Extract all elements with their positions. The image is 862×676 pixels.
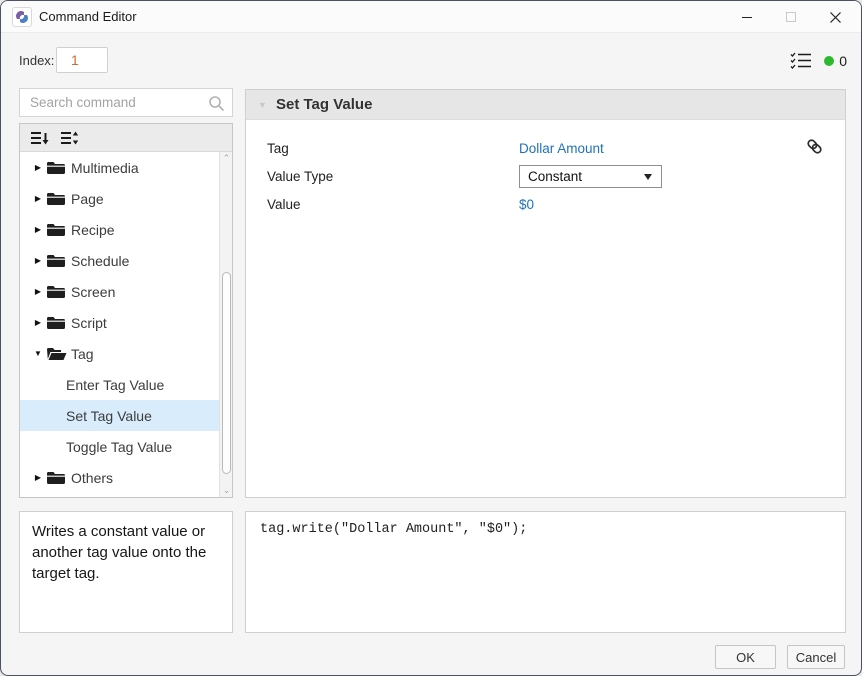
close-icon (830, 12, 841, 23)
expand-arrow-icon: ▶▼ (30, 349, 46, 358)
folder-icon (46, 346, 71, 361)
index-label: Index: (19, 53, 54, 68)
tree-item-label: Screen (71, 284, 115, 300)
expand-arrow-icon: ▶▼ (30, 473, 46, 482)
ok-button[interactable]: OK (715, 645, 776, 669)
tree-item-label: Others (71, 470, 113, 486)
status-count: 0 (839, 53, 847, 69)
scroll-down-icon[interactable]: ⌄ (220, 484, 232, 497)
expand-arrow-icon: ▶▼ (30, 163, 46, 172)
search-box (19, 88, 233, 117)
value-label: Value (246, 197, 519, 212)
expand-arrow-icon: ▶▼ (30, 194, 46, 203)
command-tree: ▶▼ Multimedia ▶▼ Page ▶▼ (20, 152, 232, 497)
folder-icon (46, 191, 71, 206)
command-tree-panel: ▶▼ Multimedia ▶▼ Page ▶▼ (19, 123, 233, 498)
tree-item[interactable]: ▶▼ Multimedia (20, 152, 232, 183)
folder-icon (46, 284, 71, 299)
tree-item-label: Tag (71, 346, 94, 362)
tree-item-label: Set Tag Value (66, 408, 152, 424)
expand-arrow-icon: ▶▼ (30, 287, 46, 296)
tree-item[interactable]: ▶▼ Others (20, 462, 232, 493)
tree-item[interactable]: ▶▼ Set Tag Value (20, 400, 232, 431)
minimize-icon (742, 17, 752, 18)
expand-arrow-icon: ▶▼ (30, 256, 46, 265)
tree-item-label: Recipe (71, 222, 115, 238)
tree-item[interactable]: ▶▼ Screen (20, 276, 232, 307)
expand-arrow-icon: ▶▼ (30, 225, 46, 234)
command-editor-window: Command Editor Index: 0 (0, 0, 862, 676)
maximize-icon (786, 12, 796, 22)
value-type-row: Value Type Constant (246, 162, 845, 190)
tag-value-link[interactable]: Dollar Amount (519, 141, 604, 156)
scroll-up-icon[interactable]: ⌃ (220, 152, 232, 165)
properties-panel: ▼ Set Tag Value Tag Dollar Amount Value … (245, 89, 846, 498)
code-preview[interactable]: tag.write("Dollar Amount", "$0"); (245, 511, 846, 633)
index-input[interactable] (56, 47, 108, 73)
tree-item-label: Schedule (71, 253, 129, 269)
command-description: Writes a constant value or another tag v… (19, 511, 233, 633)
cancel-button[interactable]: Cancel (787, 645, 845, 669)
properties-header[interactable]: ▼ Set Tag Value (246, 90, 845, 120)
chevron-down-icon (644, 174, 652, 180)
tree-toolbar (20, 124, 232, 152)
tree-item-label: Multimedia (71, 160, 139, 176)
tag-row: Tag Dollar Amount (246, 134, 845, 162)
folder-icon (46, 160, 71, 175)
tree-item-label: Page (71, 191, 104, 207)
tree-item[interactable]: ▶▼ Enter Tag Value (20, 369, 232, 400)
tree-item[interactable]: ▶▼ Recipe (20, 214, 232, 245)
status-ok-dot-icon (824, 56, 834, 66)
titlebar: Command Editor (1, 1, 861, 33)
tree-item-label: Toggle Tag Value (66, 439, 172, 455)
scrollbar-thumb[interactable] (222, 272, 231, 474)
tree-scrollbar[interactable]: ⌃ ⌄ (219, 152, 232, 497)
expand-arrow-icon: ▶▼ (30, 318, 46, 327)
tree-item-label: Enter Tag Value (66, 377, 164, 393)
window-title: Command Editor (39, 9, 137, 24)
tag-label: Tag (246, 141, 519, 156)
tree-item[interactable]: ▶▼ Script (20, 307, 232, 338)
folder-icon (46, 470, 71, 485)
expand-all-button[interactable] (58, 128, 80, 148)
folder-icon (46, 315, 71, 330)
minimize-button[interactable] (725, 1, 769, 33)
properties-body: Tag Dollar Amount Value Type Constant Va… (246, 120, 845, 218)
tree-item[interactable]: ▶▼ Tag (20, 338, 232, 369)
properties-title: Set Tag Value (276, 96, 372, 113)
tree-item[interactable]: ▶▼ Toggle Tag Value (20, 431, 232, 462)
expand-all-icon (60, 130, 79, 146)
checklist-icon[interactable] (790, 52, 812, 69)
close-button[interactable] (813, 1, 857, 33)
value-type-label: Value Type (246, 169, 519, 184)
value-type-dropdown[interactable]: Constant (519, 165, 662, 188)
value-value[interactable]: $0 (519, 197, 534, 212)
tree-item[interactable]: ▶▼ Schedule (20, 245, 232, 276)
link-chain-icon[interactable] (805, 137, 824, 156)
app-logo-icon (12, 7, 32, 27)
value-row: Value $0 (246, 190, 845, 218)
search-icon (208, 95, 225, 112)
collapse-all-button[interactable] (28, 128, 50, 148)
value-type-selected: Constant (528, 169, 582, 184)
folder-icon (46, 222, 71, 237)
tree-item[interactable]: ▶▼ Page (20, 183, 232, 214)
folder-icon (46, 253, 71, 268)
tree-item-label: Script (71, 315, 107, 331)
collapse-section-icon: ▼ (258, 100, 268, 110)
collapse-all-icon (30, 130, 49, 146)
maximize-button (769, 1, 813, 33)
search-input[interactable] (20, 89, 232, 116)
